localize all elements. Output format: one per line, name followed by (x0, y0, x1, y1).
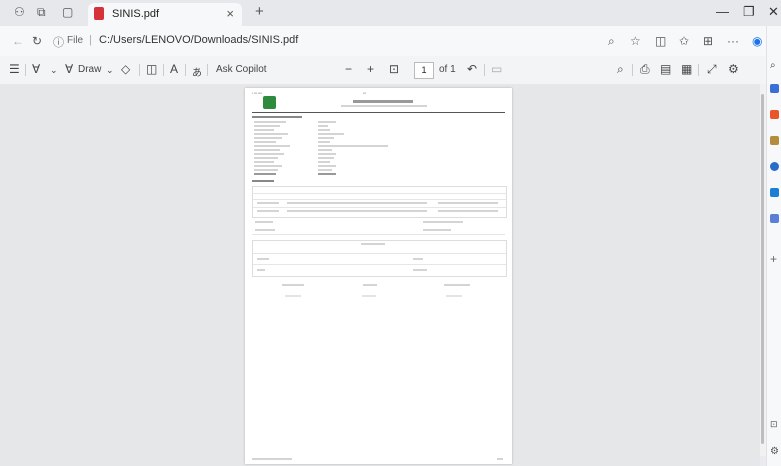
more-menu-icon[interactable]: ··· (727, 34, 739, 48)
tab-close-icon[interactable]: × (226, 6, 234, 21)
sidebar-app-icon[interactable] (770, 136, 779, 145)
draw-icon[interactable]: ∀ (65, 62, 73, 76)
fullscreen-icon[interactable]: ⤢ (707, 62, 717, 77)
doc-subtitle (341, 105, 427, 107)
url-separator: | (89, 34, 92, 46)
page-number-input[interactable]: 1 (414, 62, 434, 79)
page-header-center: ▪▪▪ (363, 91, 367, 95)
page-header-left: ▪ ▪▪▪ ▪▪▪▪ (252, 91, 263, 95)
split-screen-icon[interactable]: ◫ (655, 34, 666, 48)
header-divider (252, 112, 505, 113)
sidebar-settings-icon[interactable]: ⚙ (770, 446, 779, 457)
doc-title (353, 100, 413, 103)
draw-label[interactable]: Draw (78, 64, 101, 75)
tab-bar: ⚇ ⧉ ▢ SINIS.pdf × + — ❐ ✕ (0, 0, 781, 26)
erase-icon[interactable]: ◇ (121, 62, 130, 76)
save-icon[interactable]: ▤ (660, 62, 671, 76)
draw-dropdown-icon[interactable]: ⌄ (106, 65, 114, 76)
sidebar-search-icon[interactable]: ⌕ (770, 60, 776, 71)
workspaces-icon[interactable]: ⧉ (37, 5, 46, 20)
address-bar: ← ↻ ⓘ File | C:/Users/LENOVO/Downloads/S… (0, 26, 781, 56)
sidebar-app-icon[interactable] (770, 110, 779, 119)
favorites-icon[interactable]: ✩ (679, 34, 689, 48)
highlight-icon[interactable]: ∀ (32, 62, 40, 76)
sidebar-hide-icon[interactable]: ⊡ (770, 419, 778, 430)
profile-icon[interactable]: ⚇ (14, 5, 25, 19)
toolbar-divider (139, 64, 140, 76)
pdf-page: ▪ ▪▪▪ ▪▪▪▪ ▪▪▪ (245, 88, 512, 464)
print-icon[interactable]: ⎙ (640, 62, 650, 77)
page-footer (252, 458, 292, 460)
zoom-icon[interactable]: ⌕ (608, 34, 615, 49)
grades-table (252, 186, 507, 218)
rotate-icon[interactable]: ↶ (467, 62, 477, 76)
pdf-file-icon (94, 7, 104, 20)
scrollbar-thumb[interactable] (761, 94, 764, 444)
page-view-icon[interactable]: ▭ (491, 62, 502, 76)
pdf-settings-icon[interactable]: ⚙ (728, 62, 739, 76)
file-label: File (67, 35, 84, 46)
page-total: of 1 (439, 64, 456, 75)
close-window-icon[interactable]: ✕ (768, 4, 779, 20)
contents-icon[interactable]: ☰ (9, 62, 20, 76)
sidebar-app-icon[interactable] (770, 84, 779, 93)
zoom-out-button[interactable]: − (345, 62, 352, 76)
toolbar-divider (207, 64, 208, 76)
minimize-icon[interactable]: — (716, 4, 729, 19)
page-footer-number (497, 458, 503, 460)
notes-table (252, 240, 507, 277)
back-icon[interactable]: ← (12, 34, 24, 48)
tab-actions-icon[interactable]: ▢ (62, 5, 73, 19)
toolbar-divider (185, 64, 186, 76)
sidebar-app-icon[interactable] (770, 214, 779, 223)
fit-page-icon[interactable]: ⊡ (389, 62, 399, 76)
restore-icon[interactable]: ❐ (743, 4, 755, 20)
toolbar-divider (484, 64, 485, 76)
favorite-star-icon[interactable]: ☆ (630, 34, 641, 48)
toolbar-divider (698, 64, 699, 76)
tab-sinis-pdf[interactable]: SINIS.pdf × (88, 3, 242, 26)
find-icon[interactable]: ⌕ (617, 62, 624, 77)
toolbar-divider (632, 64, 633, 76)
url-field[interactable]: ⓘ File | C:/Users/LENOVO/Downloads/SINIS… (47, 30, 517, 52)
url-text[interactable]: C:/Users/LENOVO/Downloads/SINIS.pdf (99, 34, 298, 46)
toolbar-divider (163, 64, 164, 76)
school-logo (263, 96, 276, 109)
read-aloud-icon[interactable]: A (170, 62, 178, 76)
edge-sidebar: ⌕ + ⊡ ⚙ (766, 26, 781, 466)
save-as-icon[interactable]: ▦ (681, 62, 692, 76)
ask-copilot-button[interactable]: Ask Copilot (216, 64, 267, 75)
info-icon[interactable]: ⓘ (53, 34, 64, 50)
pdf-toolbar: ☰ ∀ ⌄ ∀ Draw ⌄ ◇ ◫ A あ Ask Copilot − + ⊡… (0, 56, 781, 85)
zoom-in-button[interactable]: + (367, 62, 374, 76)
translate-icon[interactable]: あ (192, 64, 202, 79)
pdf-viewer[interactable]: ▪ ▪▪▪ ▪▪▪▪ ▪▪▪ (0, 84, 760, 466)
collections-icon[interactable]: ⊞ (703, 34, 713, 48)
toolbar-divider (25, 64, 26, 76)
sidebar-add-icon[interactable]: + (770, 252, 777, 266)
refresh-icon[interactable]: ↻ (32, 34, 42, 48)
highlight-dropdown-icon[interactable]: ⌄ (50, 65, 58, 76)
copilot-icon[interactable]: ◉ (752, 34, 762, 48)
sidebar-app-icon[interactable] (770, 188, 779, 197)
add-text-icon[interactable]: ◫ (146, 62, 157, 76)
sidebar-app-icon[interactable] (770, 162, 779, 171)
tab-title: SINIS.pdf (112, 8, 160, 20)
new-tab-button[interactable]: + (255, 3, 264, 20)
